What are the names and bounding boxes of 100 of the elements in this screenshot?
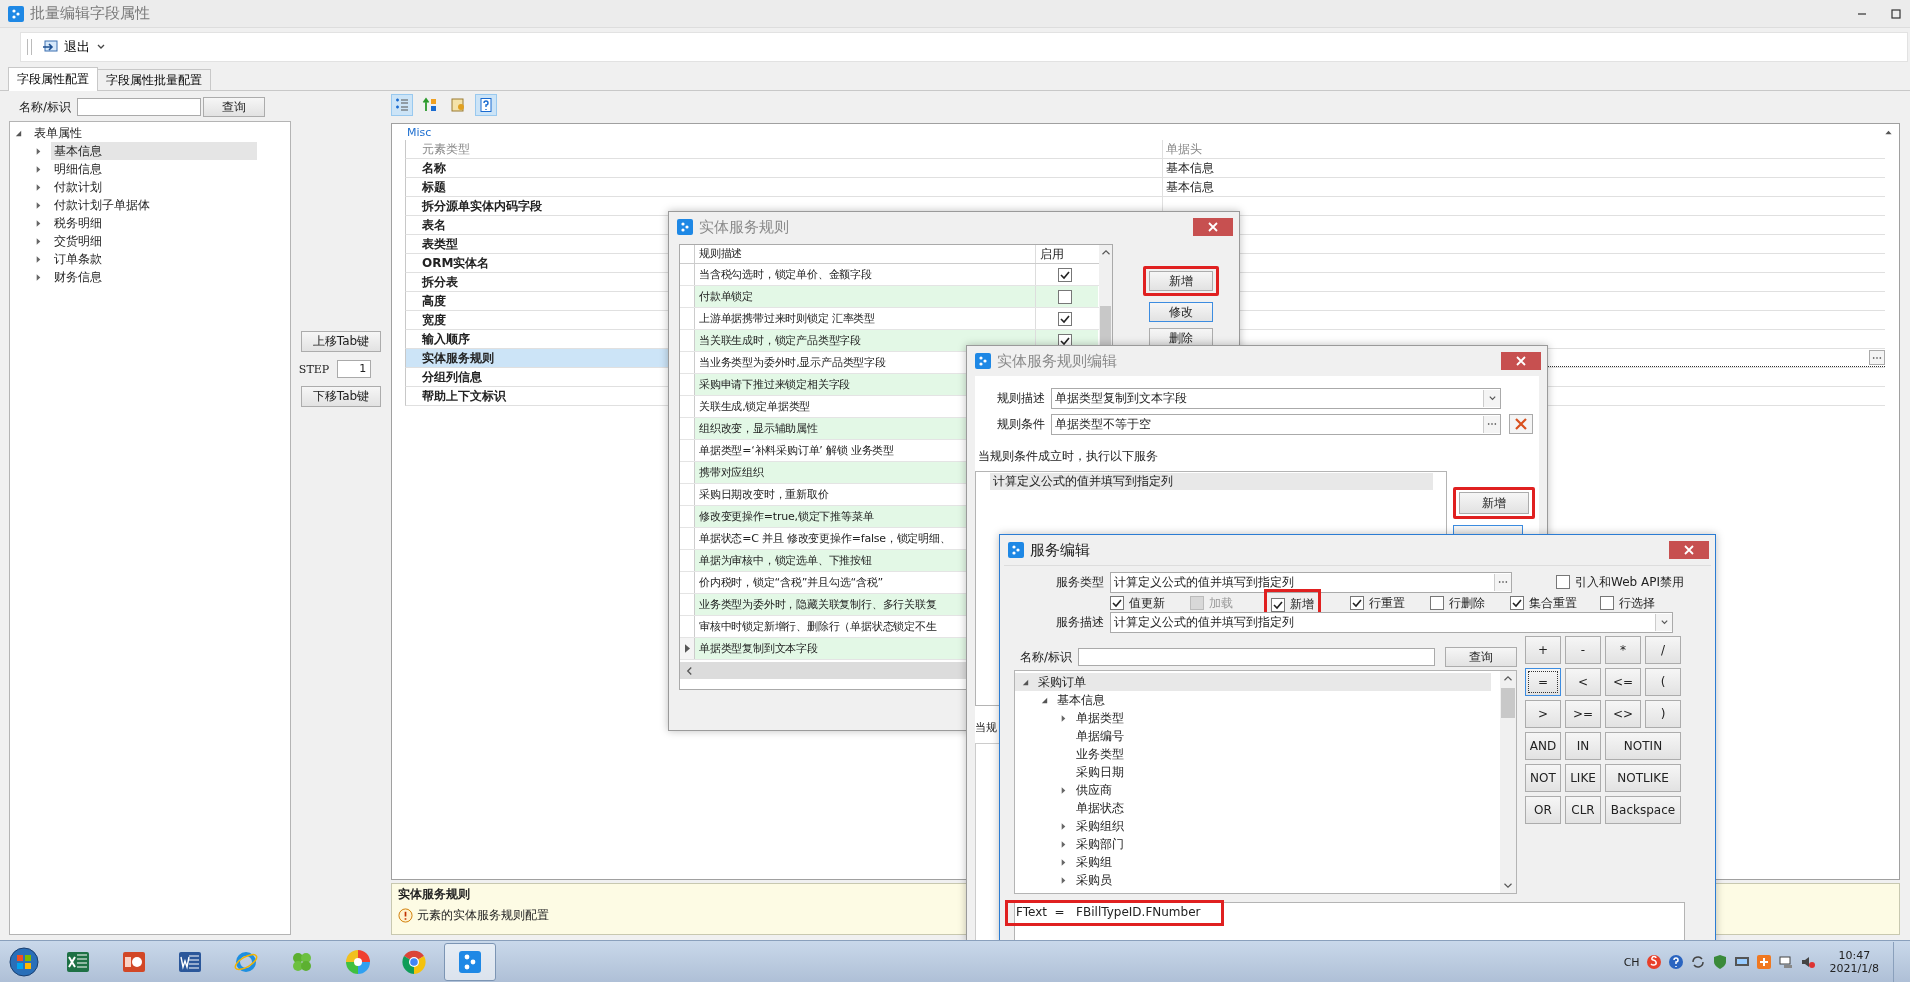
ellipsis-icon[interactable] — [1487, 422, 1497, 426]
operator-button[interactable]: <= — [1605, 668, 1641, 696]
expand-arrow-icon[interactable] — [34, 218, 43, 228]
expand-arrow-icon[interactable] — [14, 128, 23, 138]
tree-item[interactable]: 税务明细 — [10, 214, 290, 232]
dialog-button[interactable]: 删除 — [1149, 328, 1213, 348]
expand-arrow-icon[interactable] — [34, 236, 43, 246]
ellipsis-icon[interactable] — [1498, 580, 1508, 584]
taskbar-button[interactable] — [444, 943, 496, 981]
tree-item[interactable]: 明细信息 — [10, 160, 290, 178]
tree-item[interactable]: 财务信息 — [10, 268, 290, 286]
operator-button[interactable]: ) — [1645, 700, 1681, 728]
checkbox[interactable] — [1430, 596, 1444, 610]
checkbox[interactable] — [1271, 597, 1285, 612]
clear-button[interactable] — [1509, 414, 1533, 434]
operator-button[interactable]: NOT — [1525, 764, 1561, 792]
operator-button[interactable]: <> — [1605, 700, 1641, 728]
expand-arrow-icon[interactable] — [1059, 785, 1068, 795]
operator-button[interactable]: CLR — [1565, 796, 1601, 824]
service-description-dropdown[interactable]: 计算定义公式的值并填写到指定列 — [1110, 611, 1673, 633]
table-cell[interactable]: 当关联生成时，锁定产品类型字段 — [695, 330, 1036, 351]
expand-arrow-icon[interactable] — [34, 200, 43, 210]
help-icon[interactable] — [1667, 954, 1684, 970]
tab[interactable]: 字段属性配置 — [8, 67, 98, 91]
operator-button[interactable]: + — [1525, 636, 1561, 664]
expand-arrow-icon[interactable] — [34, 182, 43, 192]
expand-arrow-icon[interactable] — [34, 164, 43, 174]
tree-item[interactable]: 表单属性 — [10, 124, 290, 142]
operator-button[interactable]: / — [1645, 636, 1681, 664]
operator-button[interactable]: IN — [1565, 732, 1601, 760]
shield-icon[interactable] — [1711, 954, 1728, 970]
operator-button[interactable]: > — [1525, 700, 1561, 728]
expand-arrow-icon[interactable] — [1059, 839, 1068, 849]
operator-button[interactable]: < — [1565, 668, 1601, 696]
close-button[interactable] — [1501, 352, 1541, 370]
operator-button[interactable]: >= — [1565, 700, 1601, 728]
tab[interactable]: 字段属性批量配置 — [97, 69, 211, 90]
search-field[interactable] — [77, 98, 202, 116]
checkbox[interactable] — [1058, 267, 1072, 282]
volume-icon[interactable] — [1799, 954, 1816, 970]
checkbox[interactable] — [1110, 596, 1124, 610]
search-button[interactable]: 查询 — [203, 97, 266, 117]
tree-item[interactable]: 付款计划子单据体 — [10, 196, 290, 214]
operator-button[interactable]: = — [1525, 668, 1561, 696]
expand-arrow-icon[interactable] — [1059, 821, 1068, 831]
table-cell[interactable]: 当含税勾选时，锁定单价、金额字段 — [695, 264, 1036, 285]
search-button[interactable]: 查询 — [1445, 647, 1517, 667]
expand-arrow-icon[interactable] — [1059, 857, 1068, 867]
scroll-up-icon[interactable] — [1503, 675, 1513, 682]
tree-item[interactable]: 采购订单 — [1015, 673, 1491, 691]
help-icon[interactable] — [475, 94, 497, 116]
operator-button[interactable]: NOTLIKE — [1605, 764, 1681, 792]
language-indicator[interactable]: CH — [1623, 955, 1640, 969]
operator-button[interactable]: - — [1565, 636, 1601, 664]
checkbox[interactable] — [1058, 311, 1072, 326]
dialog-button[interactable]: 新增 — [1149, 271, 1213, 291]
move-down-button[interactable]: 下移Tab键 — [301, 386, 381, 407]
expand-arrow-icon[interactable] — [34, 272, 43, 282]
tray-app-icon[interactable] — [1755, 954, 1772, 970]
clock[interactable]: 10:47 2021/1/8 — [1829, 949, 1879, 975]
scroll-thumb[interactable] — [1501, 688, 1515, 718]
condition-field[interactable]: 单据类型不等于空 — [1051, 413, 1501, 435]
network-icon[interactable] — [1777, 954, 1794, 970]
service-type-field[interactable]: 计算定义公式的值并填写到指定列 — [1110, 571, 1512, 593]
close-button[interactable] — [1669, 541, 1709, 559]
ellipsis-button[interactable] — [1869, 350, 1885, 365]
expand-arrow-icon[interactable] — [1021, 677, 1030, 687]
property-row[interactable]: 标题 基本信息 — [405, 178, 1885, 197]
operator-button[interactable]: NOTIN — [1605, 732, 1681, 760]
close-button[interactable] — [1193, 218, 1233, 236]
checkbox[interactable] — [1556, 575, 1570, 589]
operator-button[interactable]: AND — [1525, 732, 1561, 760]
expand-arrow-icon[interactable] — [1059, 713, 1068, 723]
move-up-button[interactable]: 上移Tab键 — [301, 331, 381, 352]
scroll-up-icon[interactable] — [1100, 249, 1111, 256]
operator-button[interactable]: LIKE — [1565, 764, 1601, 792]
maximize-icon[interactable] — [1890, 7, 1902, 20]
checkbox[interactable] — [1058, 289, 1072, 304]
operator-button[interactable]: OR — [1525, 796, 1561, 824]
expand-arrow-icon[interactable] — [1040, 695, 1049, 705]
tree-item[interactable]: 采购员 — [1015, 871, 1529, 889]
tree-item[interactable]: 付款计划 — [10, 178, 290, 196]
tree-item[interactable]: 交货明细 — [10, 232, 290, 250]
sync-icon[interactable] — [1689, 954, 1706, 970]
operator-button[interactable]: ( — [1645, 668, 1681, 696]
checkbox[interactable] — [1600, 596, 1614, 610]
operator-button[interactable]: Backspace — [1605, 796, 1681, 824]
checkbox[interactable] — [1350, 596, 1364, 610]
list-item[interactable]: 计算定义公式的值并填写到指定列 — [990, 473, 1433, 490]
search-field[interactable] — [1078, 648, 1436, 666]
categorized-icon[interactable] — [391, 94, 413, 116]
exit-button[interactable]: 退出 — [38, 36, 94, 58]
property-row[interactable]: 元素类型 单据头 — [405, 140, 1885, 159]
tree-item[interactable]: 订单条款 — [10, 250, 290, 268]
add-button[interactable]: 新增 — [1459, 492, 1529, 514]
checkbox[interactable] — [1510, 596, 1524, 610]
input-method-icon[interactable] — [1645, 954, 1662, 970]
table-cell[interactable]: 上游单据携带过来时则锁定 汇率类型 — [695, 308, 1036, 329]
property-row[interactable]: 名称 基本信息 — [405, 159, 1885, 178]
tree-item[interactable]: 采购组 — [1015, 853, 1529, 871]
